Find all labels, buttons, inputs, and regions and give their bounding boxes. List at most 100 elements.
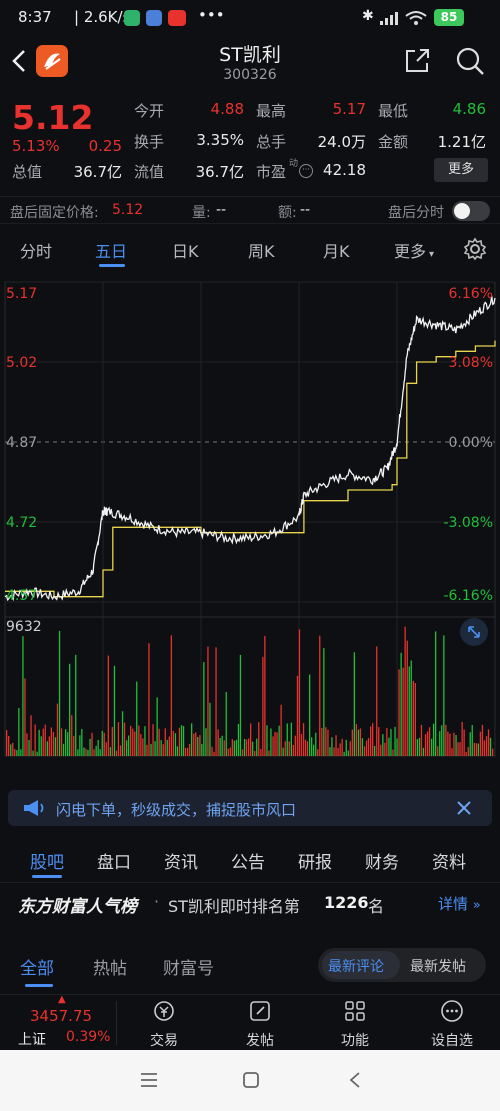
y-tick-left: 5.02 [6,355,37,371]
tab-profile[interactable]: 资料 [432,848,466,873]
y-tick-right: -6.16% [443,588,493,604]
volume-bar [487,729,490,756]
tab-research[interactable]: 研报 [298,848,332,873]
post-filter-tabs: 全部 热帖 财富号 最新评论 最新发帖 [0,940,500,990]
volume-bar [367,738,370,756]
volume-bar [128,735,130,756]
tab-all[interactable]: 全部 [20,954,54,979]
share-icon[interactable] [403,47,431,75]
volume-bar [321,728,323,756]
pe-info-icon[interactable]: ··· [299,164,313,178]
volume-bar [138,725,140,756]
tab-announcements[interactable]: 公告 [231,848,265,873]
volume-bar [40,736,42,756]
volume-bar [36,751,38,756]
volume-bar [154,741,156,756]
volume-bar [471,725,473,756]
volume-bar [465,752,467,756]
promo-banner[interactable]: 闪电下单，秒级成交，捕捉股市风口 [8,790,492,826]
volume-bar [233,740,235,756]
tab-fortune[interactable]: 财富号 [163,954,214,979]
volume-bar [148,643,150,756]
volume-bar [313,744,315,756]
tab-daily-k[interactable]: 日K [172,238,199,262]
tab-weekly-k[interactable]: 周K [248,238,275,262]
volume-bar [315,732,317,756]
tab-news[interactable]: 资讯 [164,848,198,873]
menu-nav-icon[interactable] [140,1072,158,1088]
sort-latest-post[interactable]: 最新发帖 [410,956,466,976]
volume-bar [250,723,252,756]
chart-settings-gear-icon[interactable] [463,237,487,261]
volume-bar [172,731,174,756]
expand-chart-icon[interactable] [460,618,488,646]
functions-button[interactable]: 功能 [305,995,405,1051]
index-ticker[interactable]: ▲ 3457.75 上证 0.39% [8,994,116,1051]
volume-bar [8,736,10,756]
volume-bar [341,738,343,756]
volume-bar [343,751,345,756]
volume-bar [333,747,335,756]
volume-bar [372,723,374,756]
volume-bar [492,748,494,756]
tab-more[interactable]: 更多 ▾ [394,238,434,262]
post-label: 发帖 [246,1033,274,1049]
search-icon[interactable] [455,46,485,76]
volume-bar [191,723,193,756]
volume-bar [189,743,191,756]
after-hours-amt: -- [300,202,311,218]
volume-bar [272,736,274,756]
volume-bar [302,723,305,756]
tab-hot-posts[interactable]: 热帖 [93,954,127,979]
trade-button[interactable]: 交易 [114,995,214,1051]
back-nav-icon[interactable] [348,1071,362,1089]
tab-five-day[interactable]: 五日 [95,238,127,262]
volume-bar [479,731,482,756]
volume-bar [105,742,107,756]
volume-bar [309,674,311,756]
after-hours-toggle[interactable] [452,201,490,221]
volume-bar [50,727,52,756]
tab-monthly-k[interactable]: 月K [323,238,350,262]
volume-bar [410,660,412,756]
mkt-cap-label: 总值 [12,163,43,181]
tab-timeshare[interactable]: 分时 [20,238,52,262]
popularity-rank: 1226 [324,893,369,912]
bluetooth-icon: ✱ [362,8,374,24]
volume-bar [46,741,48,756]
tab-guba[interactable]: 股吧 [30,848,64,873]
more-button[interactable]: 更多 [434,158,488,182]
volume-bar [298,629,301,756]
bottom-toolbar: ▲ 3457.75 上证 0.39% 交易 发帖 功能 设自选 [0,994,500,1050]
volume-bar [42,728,44,756]
volume-bar [473,742,475,756]
add-watchlist-button[interactable]: 设自选 [402,995,500,1051]
volume-bar [359,728,362,756]
volume-bar [227,748,229,756]
after-hours-price-label: 盘后固定价格: [10,205,99,221]
volume-bar [353,652,355,756]
settings-app-icon [146,10,162,26]
tab-finance[interactable]: 财务 [365,848,399,873]
wifi-icon [405,11,427,25]
volume-bar [382,734,384,756]
volume-bar [349,741,351,756]
volume-bar [203,662,205,756]
popularity-detail-link[interactable]: 详情 » [438,893,481,914]
volume-bar [180,725,183,756]
y-tick-left: 4.87 [6,435,37,451]
home-nav-icon[interactable] [242,1071,260,1089]
volume-bar [170,635,172,756]
volume-bar [215,647,217,756]
volume-bar [408,666,410,756]
sort-latest-comment[interactable]: 最新评论 [328,956,384,976]
tab-pankou[interactable]: 盘口 [97,848,131,873]
after-hours-bar: 盘后固定价格: 5.12 量: -- 额: -- 盘后分时 [0,196,500,224]
volume-bar [374,745,376,756]
volume-bar [241,749,244,756]
close-icon[interactable] [454,798,474,818]
popularity-row[interactable]: 东方财富人气榜 · ST凯利即时排名第 1226 名 详情 » [0,882,500,922]
five-day-chart[interactable]: 5.17 6.16% 5.02 3.08% 4.87 0.00% 4.72 -3.08% 4.5… [0,272,500,776]
sort-toggle: 最新评论 最新发帖 [318,948,486,982]
post-button[interactable]: 发帖 [210,995,310,1051]
